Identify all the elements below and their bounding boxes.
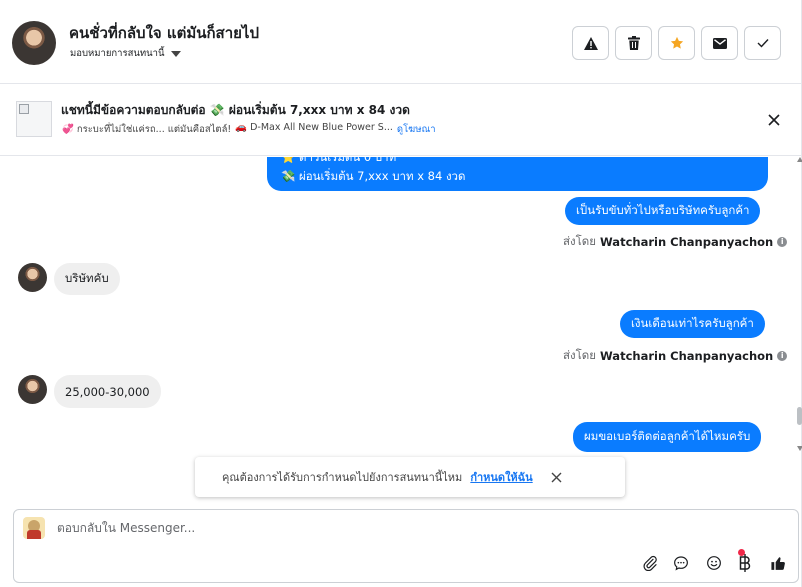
- mark-done-button[interactable]: [744, 26, 781, 60]
- attach-button[interactable]: [640, 553, 660, 573]
- message-text: บริษัทคับ: [65, 271, 109, 285]
- trash-icon: [627, 36, 640, 50]
- sent-by-prefix: ส่งโดย: [563, 348, 597, 362]
- incoming-message[interactable]: บริษัทคับ: [54, 263, 120, 295]
- conversation-header: คนชั่วที่กลับใจ แต่มันก็สายไป มอบหมายการ…: [0, 0, 802, 84]
- outgoing-message[interactable]: เป็นรับขับทั่วไปหรือบริษัทครับลูกค้า: [565, 197, 761, 225]
- scroll-up-arrow[interactable]: [797, 157, 802, 162]
- ad-sub-text-1: 💞 กระบะที่ไม่ใช่แค่รถ... แต่มันคือสไตล์!: [62, 124, 232, 135]
- scrollbar-thumb[interactable]: [797, 407, 802, 425]
- close-icon: [551, 472, 562, 482]
- ad-sub-text-2: 🚗 D-Max All New Blue Power S...: [235, 122, 393, 133]
- assign-dropdown[interactable]: มอบหมายการสนทนานี้: [70, 46, 181, 61]
- sender-name: Watcharin Chanpanyachon: [600, 235, 774, 249]
- mail-button[interactable]: [701, 26, 738, 60]
- ad-context-banner: แชทนี้มีข้อความตอบกลับต่อ 💸 ผ่อนเริ่มต้น…: [0, 85, 802, 156]
- check-icon: [757, 39, 769, 48]
- ad-title: แชทนี้มีข้อความตอบกลับต่อ 💸 ผ่อนเริ่มต้น…: [61, 103, 410, 117]
- toast-text: คุณต้องการได้รับการกำหนดไปยังการสนทนานี้…: [222, 471, 463, 484]
- ad-subtitle: 💞 กระบะที่ไม่ใช่แค่รถ... แต่มันคือสไตล์!…: [62, 122, 436, 137]
- message-text: เป็นรับขับทั่วไปหรือบริษัทครับลูกค้า: [576, 203, 750, 217]
- reply-input[interactable]: [57, 521, 657, 535]
- chevron-down-icon: [170, 50, 181, 57]
- delete-button[interactable]: [615, 26, 652, 60]
- contact-avatar[interactable]: [12, 21, 56, 65]
- thumbs-up-icon: [770, 556, 785, 570]
- close-toast-button[interactable]: [551, 472, 562, 483]
- message-text: เงินเดือนเท่าไรครับลูกค้า: [631, 316, 754, 330]
- notification-dot: [738, 549, 745, 556]
- smiley-icon: [707, 556, 721, 570]
- paperclip-icon: [643, 555, 657, 571]
- contact-name[interactable]: คนชั่วที่กลับใจ แต่มันก็สายไป: [69, 21, 259, 45]
- saved-replies-button[interactable]: [671, 553, 691, 573]
- contact-avatar-small[interactable]: [18, 263, 47, 292]
- outgoing-message[interactable]: ผมขอเบอร์ติดต่อลูกค้าได้ไหมครับ: [573, 422, 762, 452]
- sent-by-label: ส่งโดย Watcharin Chanpanyachon i: [563, 347, 788, 365]
- warning-icon: [583, 36, 598, 50]
- assign-label: มอบหมายการสนทนานี้: [70, 48, 165, 59]
- close-ad-banner-button[interactable]: [768, 111, 780, 130]
- emoji-button[interactable]: [704, 553, 724, 573]
- sent-by-label: ส่งโดย Watcharin Chanpanyachon i: [563, 233, 788, 251]
- sender-name: Watcharin Chanpanyachon: [600, 349, 774, 363]
- payment-button[interactable]: [735, 553, 755, 573]
- star-icon: [670, 36, 683, 49]
- star-button[interactable]: [658, 26, 695, 60]
- assign-to-me-link[interactable]: กำหนดให้ฉัน: [470, 468, 532, 486]
- close-icon: [768, 114, 780, 126]
- report-button[interactable]: [572, 26, 609, 60]
- chat-bubble-icon: [674, 556, 688, 571]
- info-icon[interactable]: i: [777, 351, 788, 361]
- info-icon[interactable]: i: [777, 237, 788, 247]
- view-ad-link[interactable]: ดูโฆษณา: [397, 122, 436, 137]
- message-text: 💸 ผ่อนเริ่มต้น 7,xxx บาท x 84 งวด: [281, 169, 466, 183]
- like-button[interactable]: [768, 553, 788, 573]
- outgoing-message[interactable]: ⭐ ดาวน์เริ่มต้น 0 บาท 💸 ผ่อนเริ่มต้น 7,x…: [267, 157, 768, 191]
- message-text: 25,000-30,000: [65, 384, 150, 399]
- message-text: ผมขอเบอร์ติดต่อลูกค้าได้ไหมครับ: [584, 429, 751, 443]
- reply-composer: [13, 509, 799, 583]
- message-thread[interactable]: ⭐ ดาวน์เริ่มต้น 0 บาท 💸 ผ่อนเริ่มต้น 7,x…: [0, 157, 790, 507]
- page-avatar: [23, 517, 45, 539]
- scroll-down-arrow[interactable]: [797, 446, 802, 451]
- message-text: ⭐ ดาวน์เริ่มต้น 0 บาท: [281, 157, 397, 164]
- contact-avatar-small[interactable]: [18, 375, 47, 404]
- mail-icon: [712, 37, 727, 49]
- messenger-window: คนชั่วที่กลับใจ แต่มันก็สายไป มอบหมายการ…: [0, 0, 802, 587]
- incoming-message[interactable]: 25,000-30,000: [54, 375, 161, 408]
- baht-icon: [739, 554, 751, 572]
- outgoing-message[interactable]: เงินเดือนเท่าไรครับลูกค้า: [620, 310, 765, 338]
- ad-thumbnail[interactable]: [16, 101, 52, 137]
- sent-by-prefix: ส่งโดย: [563, 234, 597, 248]
- assign-prompt-toast: คุณต้องการได้รับการกำหนดไปยังการสนทนานี้…: [195, 457, 625, 497]
